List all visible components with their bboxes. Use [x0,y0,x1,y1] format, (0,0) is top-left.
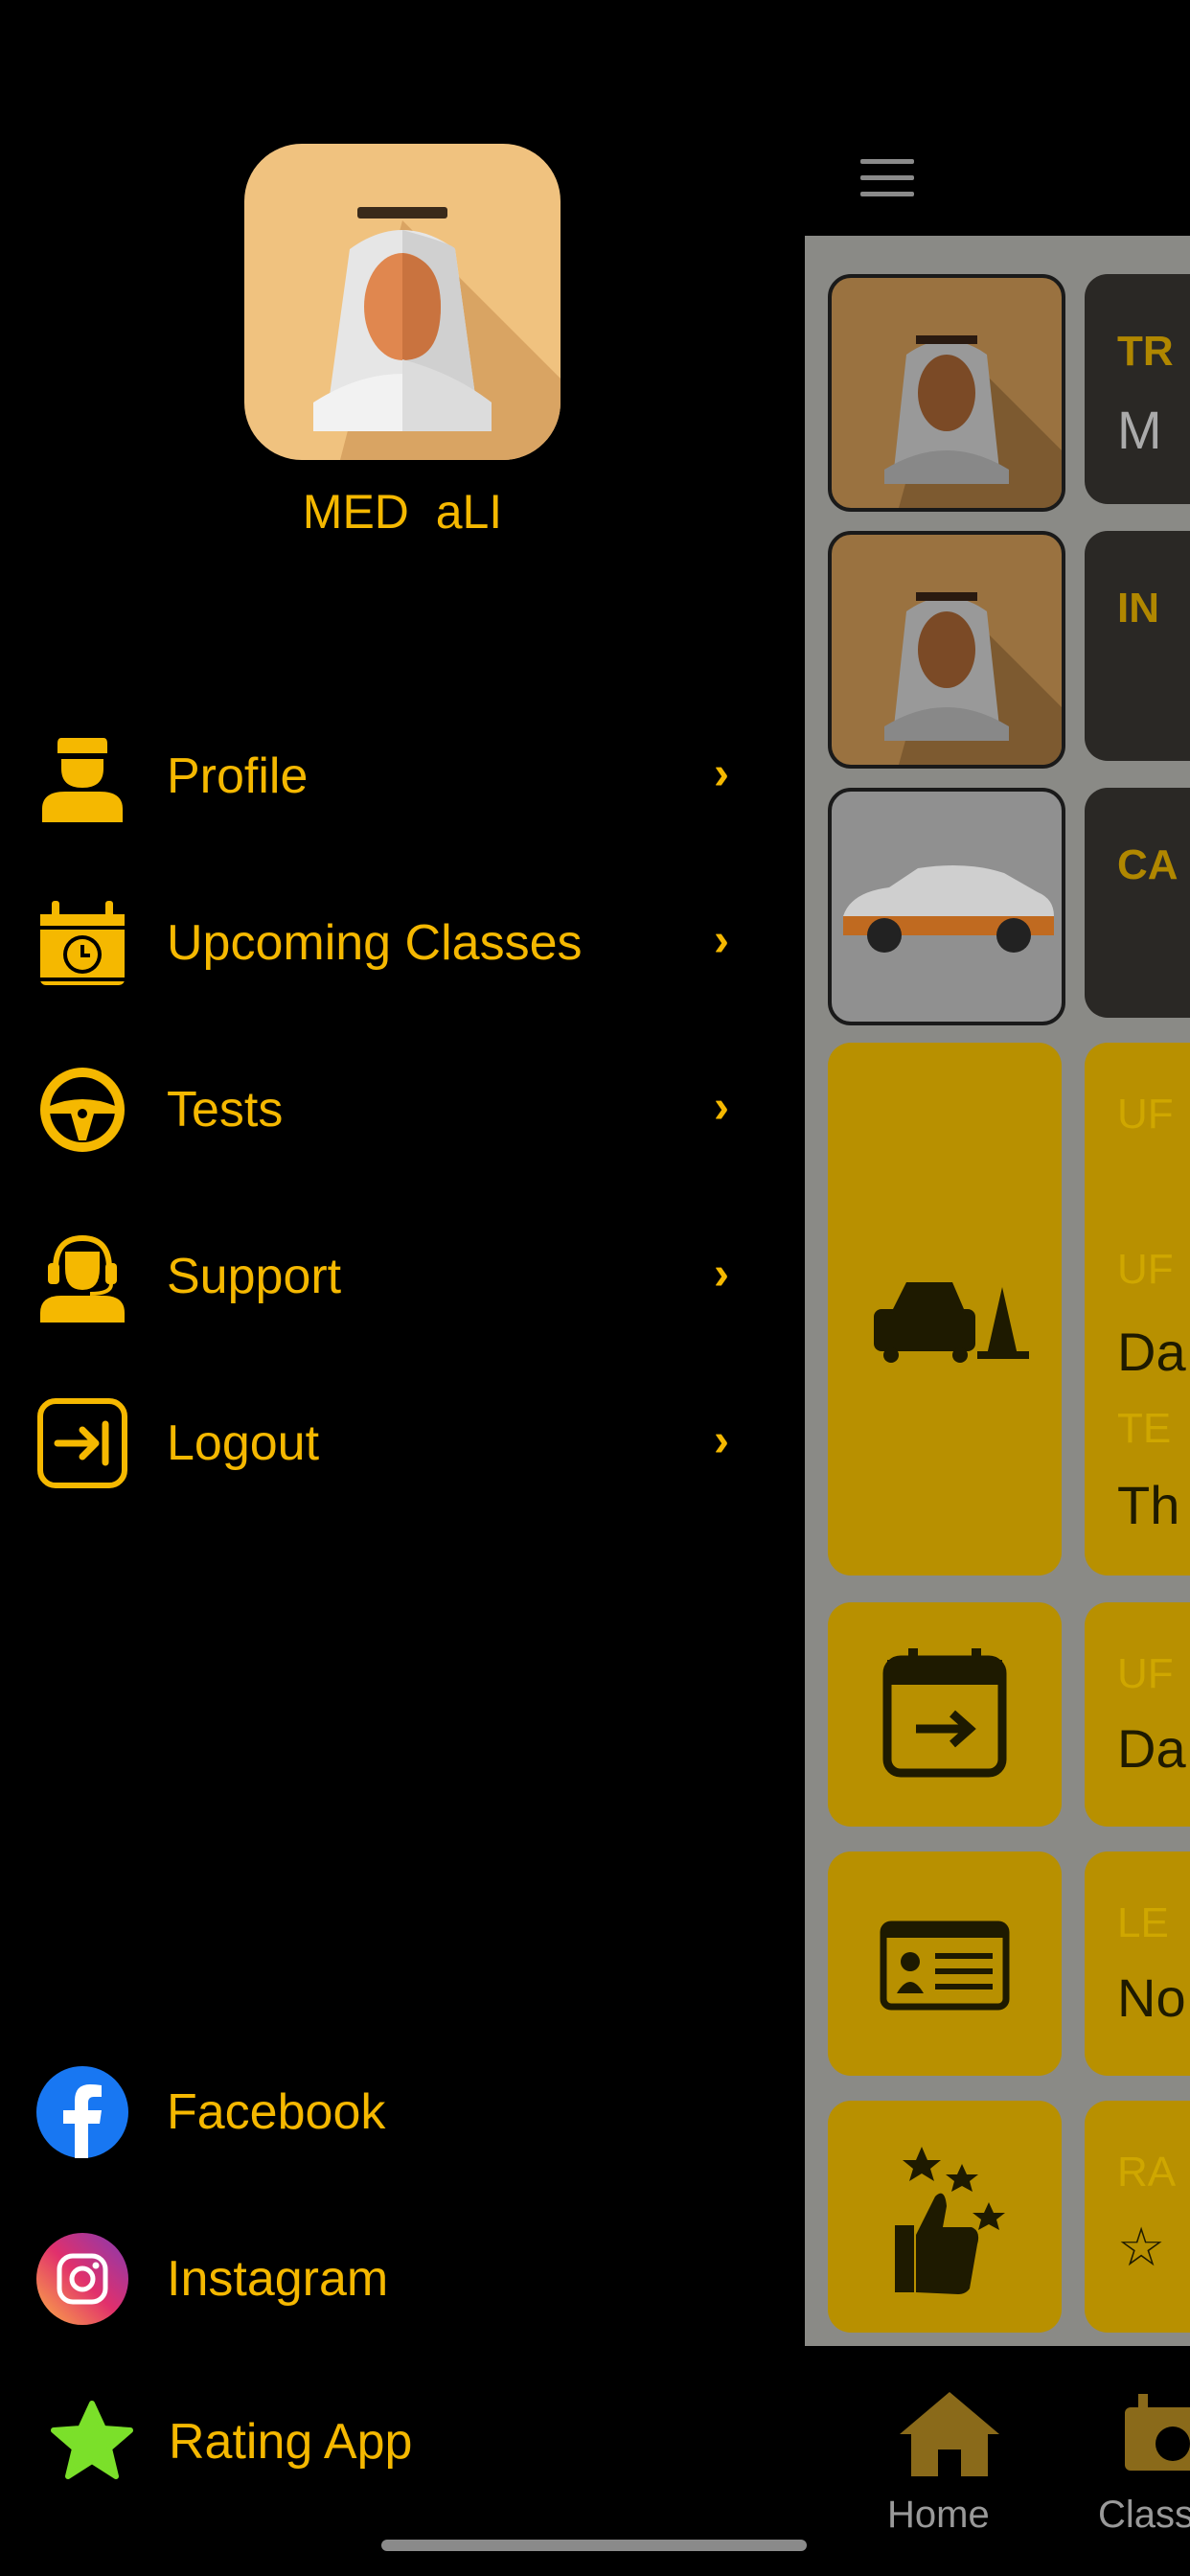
user-name: MED aLI [302,485,503,539]
side-drawer: MED aLI Profile › Upcoming Classes › Tes… [0,0,805,2576]
chevron-right-icon: › [714,748,729,799]
link-instagram[interactable]: Instagram [0,2212,767,2346]
rating-card-label: RA [1117,2149,1177,2196]
schedule-tile [828,1602,1062,1827]
menu-label-profile: Profile [167,748,309,804]
link-rating-app[interactable]: Rating App [0,2375,767,2509]
rating-tile [828,2101,1062,2333]
menu-item-logout[interactable]: Logout › [0,1376,767,1510]
schedule-card[interactable]: UF Da [1085,1602,1190,1827]
chevron-right-icon: › [714,1415,729,1466]
link-label-rating-app: Rating App [169,2414,413,2470]
tab-classes[interactable]: Class [1096,2384,1190,2538]
chevron-right-icon: › [714,915,729,966]
link-label-facebook: Facebook [167,2084,386,2140]
menu-item-tests[interactable]: Tests › [0,1043,767,1177]
license-card-label: LE [1117,1899,1169,1946]
calendar-arrow-icon [882,1648,1007,1778]
license-card[interactable]: LE No [1085,1852,1190,2076]
chevron-right-icon: › [714,1082,729,1133]
menu-label-logout: Logout [167,1415,320,1471]
trainer-card[interactable]: TR M [1085,274,1190,504]
car-card[interactable]: CA [1085,788,1190,1018]
person-avatar-icon [884,335,1062,508]
link-label-instagram: Instagram [167,2251,389,2307]
instructor-avatar-tile [828,531,1065,769]
calendar-clock-icon [40,901,125,985]
upcoming-card-label-2: UF [1117,1246,1174,1293]
instagram-icon [36,2233,128,2325]
star-icon [51,2401,133,2479]
bottom-tab-bar: Home Class [805,2346,1190,2576]
instructor-card-label: IN [1117,585,1159,632]
upcoming-card-value-2: Th [1117,1475,1180,1535]
home-indicator [381,2540,807,2551]
license-card-value: No [1117,1967,1186,2028]
hamburger-menu-icon[interactable] [860,159,914,197]
link-facebook[interactable]: Facebook [0,2045,767,2179]
headset-agent-icon [40,1234,125,1322]
schedule-card-value: Da [1117,1718,1186,1779]
calendar-clock-icon [1125,2394,1190,2471]
tab-home[interactable]: Home [887,2384,1012,2538]
car-tile [828,788,1065,1025]
upcoming-card-label: UF [1117,1091,1174,1138]
trainer-avatar-tile [828,274,1065,512]
menu-label-tests: Tests [167,1082,284,1138]
menu-label-support: Support [167,1249,342,1304]
upcoming-card-value: Da [1117,1322,1186,1382]
menu-item-profile[interactable]: Profile › [0,709,767,843]
person-avatar-icon [884,592,1062,765]
car-card-label: CA [1117,841,1179,888]
upcoming-card-label-3: TE [1117,1405,1172,1452]
rating-card-value: ☆ [1117,2217,1166,2277]
upcoming-tile [828,1043,1062,1576]
thumbs-up-stars-icon [895,2147,1005,2294]
chevron-right-icon: › [714,1249,729,1300]
home-icon [900,2392,999,2476]
car-icon [843,864,1054,953]
menu-item-support[interactable]: Support › [0,1209,767,1344]
trainer-card-label: TR [1117,328,1174,375]
rating-card[interactable]: RA ☆ [1085,2101,1190,2333]
car-cone-icon [874,1282,1029,1363]
user-avatar[interactable] [244,144,561,460]
upcoming-card[interactable]: UF UF Da TE Th [1085,1043,1190,1576]
main-content-dimmed: TR M IN CA UF UF Da TE Th UF Da LE No RA… [805,236,1190,2346]
tab-home-label: Home [887,2494,990,2536]
user-icon [42,738,123,822]
schedule-card-label: UF [1117,1650,1174,1697]
license-tile [828,1852,1062,2076]
tab-classes-label: Class [1098,2494,1190,2536]
instructor-card[interactable]: IN [1085,531,1190,761]
id-card-icon [880,1920,1010,2011]
logout-icon [37,1398,127,1488]
menu-label-upcoming-classes: Upcoming Classes [167,915,583,971]
steering-wheel-icon [40,1068,125,1152]
person-avatar-icon [313,207,561,460]
facebook-icon [36,2066,128,2158]
trainer-card-value: M [1117,400,1162,460]
menu-item-upcoming-classes[interactable]: Upcoming Classes › [0,876,767,1010]
